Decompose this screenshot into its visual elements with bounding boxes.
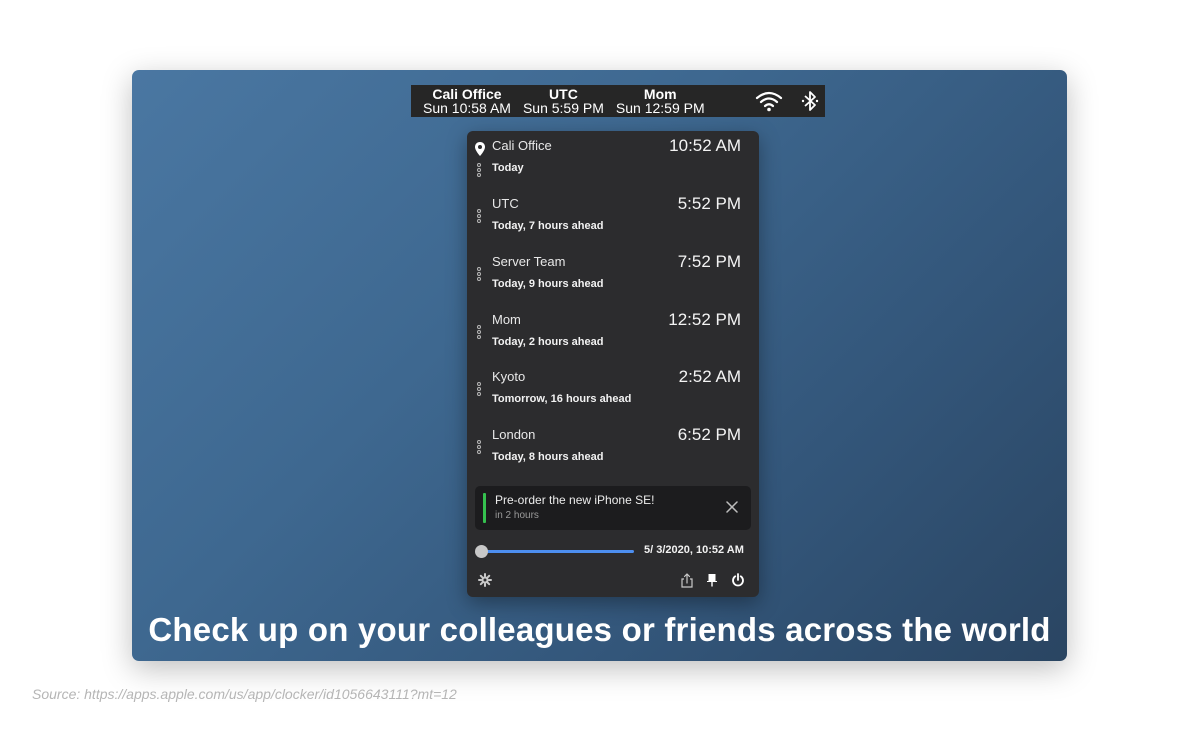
timezone-relative: Today, 2 hours ahead: [492, 336, 604, 348]
timezone-row[interactable]: Kyoto Tomorrow, 16 hours ahead 2:52 AM: [467, 362, 759, 418]
timezone-row[interactable]: Cali Office Today 10:52 AM: [467, 131, 759, 187]
timezone-row[interactable]: Mom Today, 2 hours ahead 12:52 PM: [467, 305, 759, 361]
drag-handle-icon[interactable]: [477, 209, 483, 224]
menubar-clock-cali-office[interactable]: Cali Office Sun 10:58 AM: [417, 87, 517, 115]
event-title: Pre-order the new iPhone SE!: [495, 493, 655, 507]
timezone-name: Kyoto: [492, 369, 526, 384]
drag-handle-icon[interactable]: [477, 325, 483, 340]
app-store-screenshot-card: Cali Office Sun 10:58 AM UTC Sun 5:59 PM…: [132, 70, 1067, 661]
timezone-time: 5:52 PM: [677, 194, 741, 213]
timezone-time: 12:52 PM: [668, 310, 741, 329]
location-pin-icon: [474, 141, 486, 162]
timezone-name: Mom: [492, 312, 521, 327]
image-source-credit: Source: https://apps.apple.com/us/app/cl…: [32, 686, 457, 702]
timezone-relative: Today, 9 hours ahead: [492, 278, 604, 290]
timezone-name: London: [492, 427, 536, 442]
timezone-row[interactable]: Server Team Today, 9 hours ahead 7:52 PM: [467, 247, 759, 303]
menubar-clock-name: Mom: [643, 86, 677, 102]
menubar-clock-mom[interactable]: Mom Sun 12:59 PM: [610, 87, 711, 115]
timezone-name: Cali Office: [492, 138, 552, 153]
menubar-clock-name: UTC: [549, 86, 578, 102]
drag-handle-icon[interactable]: [477, 163, 483, 178]
timezone-time: 7:52 PM: [677, 252, 741, 271]
menubar-clock-utc[interactable]: UTC Sun 5:59 PM: [517, 87, 610, 115]
event-color-bar: [483, 493, 486, 523]
drag-handle-icon[interactable]: [477, 440, 483, 455]
marketing-caption: Check up on your colleagues or friends a…: [148, 611, 1051, 648]
event-time-until: in 2 hours: [495, 510, 539, 521]
menubar-clock-time: Sun 12:59 PM: [615, 100, 705, 116]
slider-date-label: 5/ 3/2020, 10:52 AM: [644, 544, 744, 556]
menubar-clock-time: Sun 5:59 PM: [522, 100, 604, 116]
timezone-relative: Today: [492, 162, 524, 174]
timezone-name: UTC: [492, 196, 519, 211]
bluetooth-icon[interactable]: [799, 89, 821, 118]
menu-bar: Cali Office Sun 10:58 AM UTC Sun 5:59 PM…: [411, 85, 825, 117]
timezone-time: 10:52 AM: [669, 136, 741, 155]
timezone-relative: Today, 8 hours ahead: [492, 451, 604, 463]
drag-handle-icon[interactable]: [477, 267, 483, 282]
gear-icon[interactable]: [478, 573, 492, 592]
timezone-relative: Tomorrow, 16 hours ahead: [492, 393, 632, 405]
timezone-time: 6:52 PM: [677, 425, 741, 444]
close-icon[interactable]: [725, 500, 739, 514]
clocker-panel: Cali Office Today 10:52 AM UTC Today, 7 …: [467, 131, 759, 597]
wifi-icon[interactable]: [754, 89, 784, 118]
timezone-row[interactable]: London Today, 8 hours ahead 6:52 PM: [467, 420, 759, 476]
time-travel-slider-track[interactable]: [481, 550, 634, 553]
time-travel-slider-knob[interactable]: [475, 545, 488, 558]
drag-handle-icon[interactable]: [477, 382, 483, 397]
timezone-relative: Today, 7 hours ahead: [492, 220, 604, 232]
timezone-name: Server Team: [492, 254, 566, 269]
upcoming-event-card[interactable]: Pre-order the new iPhone SE! in 2 hours: [475, 486, 751, 530]
timezone-time: 2:52 AM: [678, 367, 741, 386]
menubar-clock-time: Sun 10:58 AM: [423, 100, 511, 116]
timezone-row[interactable]: UTC Today, 7 hours ahead 5:52 PM: [467, 189, 759, 245]
share-icon[interactable]: [680, 573, 694, 593]
power-icon[interactable]: [731, 573, 745, 592]
pin-icon[interactable]: [706, 573, 718, 592]
menubar-clock-name: Cali Office: [432, 86, 502, 102]
